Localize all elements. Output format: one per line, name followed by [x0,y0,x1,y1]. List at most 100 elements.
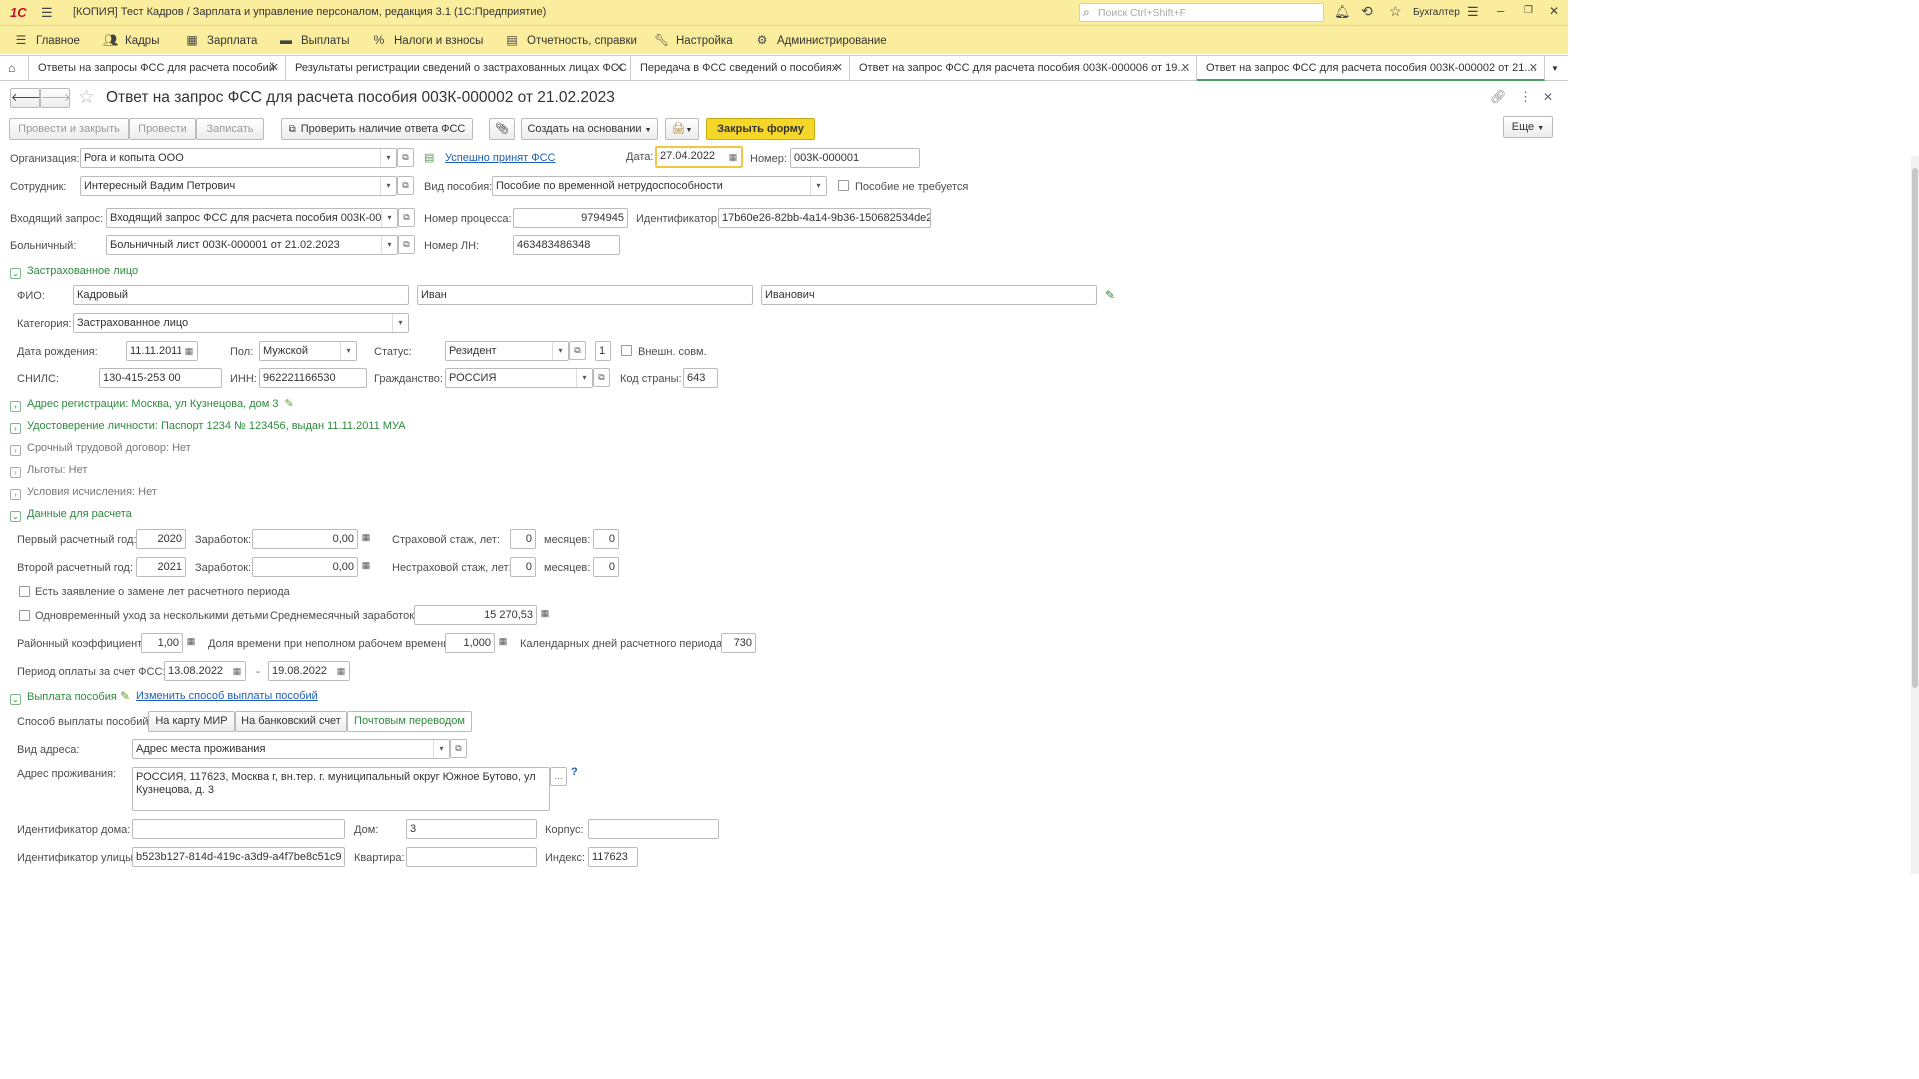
insured-person-group[interactable]: ⌄ Застрахованное лицо [10,264,138,279]
category-field[interactable]: Застрахованное лицо ▾ [73,313,409,333]
menu-main[interactable]: ☰ Главное [14,26,80,54]
residence-address-field[interactable]: РОССИЯ, 117623, Москва г, вн.тер. г. мун… [132,767,550,811]
tab-fss-transfer[interactable]: Передача в ФСС сведений о пособиях ✕ [631,56,850,81]
building-field[interactable] [588,819,719,839]
registration-address-group[interactable]: › Адрес регистрации: Москва, ул Кузнецова… [10,397,294,412]
close-tab-icon[interactable]: ✕ [615,56,624,81]
history-icon[interactable]: ⟲ [1361,3,1373,20]
calendar-icon[interactable]: ▦ [333,662,349,680]
user-name[interactable]: Бухгалтер [1413,7,1460,18]
citizenship-field[interactable]: РОССИЯ ▾ [445,368,593,388]
earnings-2-calc-button[interactable]: ▦ [358,557,374,576]
last-name-field[interactable]: Кадровый [73,285,409,305]
calendar-icon[interactable]: ▦ [229,662,245,680]
incoming-request-field[interactable]: Входящий запрос ФСС для расчета пособия … [106,208,398,228]
insurance-months-field[interactable]: 0 [593,529,619,549]
benefit-not-required-checkbox[interactable] [838,180,849,191]
first-year-field[interactable]: 2020 [136,529,186,549]
postal-index-field[interactable]: 117623 [588,847,638,867]
close-tab-icon[interactable]: ✕ [834,56,843,81]
restore-icon[interactable]: ❐ [1524,5,1533,16]
edit-person-icon[interactable]: ✎ [1105,288,1115,302]
sex-field[interactable]: Мужской ▾ [259,341,357,361]
dropdown-icon[interactable]: ▾ [810,177,826,195]
post-and-close-button[interactable]: Провести и закрыть [9,118,129,140]
incoming-request-open-button[interactable]: ⧉ [398,208,415,227]
sick-leave-field[interactable]: Больничный лист 003К-000001 от 21.02.202… [106,235,398,255]
create-based-on-button[interactable]: Создать на основании ▼ [521,118,658,140]
house-field[interactable]: 3 [406,819,537,839]
close-form-icon[interactable]: ✕ [1543,90,1553,104]
payment-group[interactable]: ⌄ Выплата пособия [10,690,117,705]
benefit-type-field[interactable]: Пособие по временной нетрудоспособности ▾ [492,176,827,196]
bell-icon[interactable]: 🔔︎ [1334,4,1351,20]
address-type-field[interactable]: Адрес места проживания ▾ [132,739,450,759]
pencil-icon[interactable]: ✎ [284,398,293,410]
time-share-calc-button[interactable]: ▦ [495,633,511,652]
status-field[interactable]: Резидент ▾ [445,341,569,361]
employee-field[interactable]: Интересный Вадим Петрович ▾ [80,176,397,196]
link-icon[interactable]: 🔗︎ [1490,89,1507,105]
avg-earnings-field[interactable]: 15 270,53 [414,605,537,625]
help-icon[interactable]: ? [571,766,578,778]
flat-field[interactable] [406,847,537,867]
birth-date-field[interactable]: 11.11.2011 ▦ [126,341,198,361]
menu-admin[interactable]: ⚙ Администрирование [755,26,887,54]
menu-reports[interactable]: ▤ Отчетность, справки [505,26,637,54]
payment-mir-card-button[interactable]: На карту МИР [148,711,235,732]
close-tab-icon[interactable]: ✕ [270,56,279,81]
status-open-button[interactable]: ⧉ [569,341,586,360]
save-button[interactable]: Записать [196,118,264,140]
fss-period-from-field[interactable]: 13.08.2022 ▦ [164,661,246,681]
dropdown-icon[interactable]: ▾ [392,314,408,332]
dropdown-icon[interactable]: ▾ [576,369,592,387]
regional-coef-calc-button[interactable]: ▦ [183,633,199,652]
close-window-icon[interactable]: ✕ [1549,4,1559,18]
check-fss-reply-button[interactable]: ⧉ Проверить наличие ответа ФСС [281,118,473,140]
calendar-icon[interactable]: ▦ [725,148,741,166]
address-type-open-button[interactable]: ⧉ [450,739,467,758]
middle-name-field[interactable]: Иванович [761,285,1097,305]
menu-salary[interactable]: ▦ Зарплата [185,26,257,54]
close-tab-icon[interactable]: ✕ [1529,56,1538,79]
status-code-field[interactable]: 1 [595,341,611,361]
vertical-scrollbar[interactable] [1911,156,1919,874]
global-search-input[interactable]: ⌕ Поиск Ctrl+Shift+F [1079,3,1324,22]
non-insurance-years-field[interactable]: 0 [510,557,536,577]
street-id-field[interactable]: b523b127-814d-419c-a3d9-a4f7be8c51c9 [132,847,345,867]
fixed-term-contract-group[interactable]: › Срочный трудовой договор: Нет [10,441,191,456]
star-icon[interactable]: ☆ [1389,3,1402,20]
tab-home[interactable]: ⌂ [0,56,29,81]
menu-payments[interactable]: ▬ Выплаты [279,26,350,54]
dropdown-icon[interactable]: ▾ [380,149,396,167]
house-id-field[interactable] [132,819,345,839]
post-button[interactable]: Провести [129,118,196,140]
process-number-field[interactable]: 9794945 [513,208,628,228]
dropdown-icon[interactable]: ▾ [433,740,449,758]
second-year-field[interactable]: 2021 [136,557,186,577]
change-payment-link[interactable]: Изменить способ выплаты пособий [136,690,318,702]
regional-coef-field[interactable]: 1,00 [141,633,183,653]
replace-years-checkbox[interactable] [19,586,30,597]
tab-fss-reply-000006[interactable]: Ответ на запрос ФСС для расчета пособия … [850,56,1197,81]
org-field[interactable]: Рога и копыта ООО ▾ [80,148,397,168]
org-open-button[interactable]: ⧉ [397,148,414,167]
identity-document-group[interactable]: › Удостоверение личности: Паспорт 1234 № … [10,419,406,434]
tab-fss-reply-000002[interactable]: Ответ на запрос ФСС для расчета пособия … [1197,56,1545,81]
attach-button[interactable]: 📎︎ [489,118,515,140]
back-button[interactable]: 🡐 [10,88,41,108]
calc-conditions-group[interactable]: › Условия исчисления: Нет [10,485,157,500]
print-button[interactable]: 🖨︎▼ [665,118,699,140]
earnings-2-field[interactable]: 0,00 [252,557,358,577]
menu-taxes[interactable]: % Налоги и взносы [372,26,484,54]
date-field[interactable]: 27.04.2022 ▦ [655,146,743,168]
close-tab-icon[interactable]: ✕ [1181,56,1190,81]
more-vertical-icon[interactable]: ⋮ [1519,89,1532,105]
snils-field[interactable]: 130-415-253 00 [99,368,222,388]
forward-button[interactable]: 🡒 [40,88,71,108]
minimize-icon[interactable]: – [1497,3,1504,18]
tab-registration-results[interactable]: Результаты регистрации сведений о застра… [286,56,631,81]
menu-icon[interactable]: ☰ [41,5,53,21]
multi-child-care-checkbox[interactable] [19,610,30,621]
status-link[interactable]: Успешно принят ФСС [445,152,556,164]
